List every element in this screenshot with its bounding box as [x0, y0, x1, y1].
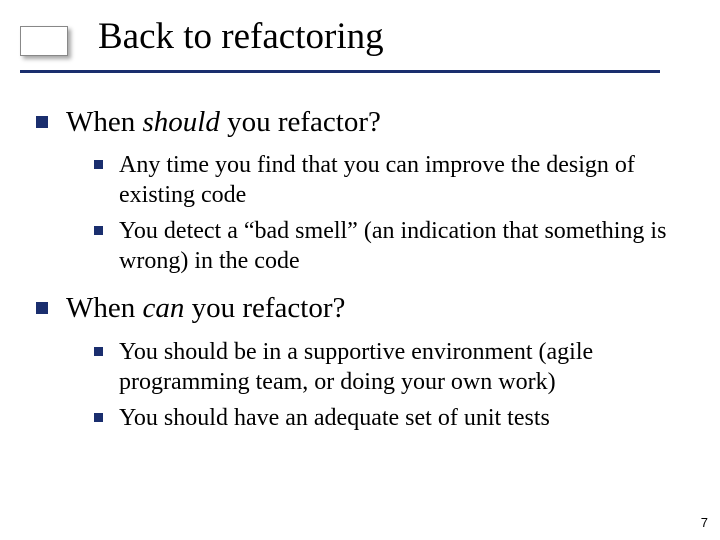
bullet-level2: You detect a “bad smell” (an indication …: [94, 216, 686, 276]
title-area: Back to refactoring: [20, 18, 660, 57]
text-pre: When: [66, 292, 143, 324]
bullet-text: You should be in a supportive environmen…: [119, 337, 679, 397]
text-post: you refactor?: [220, 106, 381, 138]
title-underline: [20, 70, 660, 73]
bullet-text: When should you refactor?: [66, 104, 381, 140]
square-bullet-icon: [36, 302, 48, 314]
square-bullet-icon: [94, 413, 103, 422]
slide: Back to refactoring When should you refa…: [0, 0, 720, 540]
page-number: 7: [701, 515, 708, 530]
sub-list: You should be in a supportive environmen…: [94, 337, 686, 433]
bullet-level1: When can you refactor?: [36, 290, 686, 326]
bullet-level1: When should you refactor?: [36, 104, 686, 140]
text-em: should: [143, 106, 220, 138]
title-bar: Back to refactoring: [20, 18, 660, 57]
text-em: can: [143, 292, 185, 324]
bullet-text: You detect a “bad smell” (an indication …: [119, 216, 679, 276]
square-bullet-icon: [36, 116, 48, 128]
square-bullet-icon: [94, 347, 103, 356]
square-bullet-icon: [94, 160, 103, 169]
square-bullet-icon: [94, 226, 103, 235]
bullet-text: When can you refactor?: [66, 290, 345, 326]
title-decor-box: [20, 26, 68, 56]
bullet-level2: You should be in a supportive environmen…: [94, 337, 686, 397]
text-pre: When: [66, 106, 143, 138]
text-post: you refactor?: [184, 292, 345, 324]
slide-title: Back to refactoring: [98, 18, 384, 57]
bullet-text: Any time you find that you can improve t…: [119, 150, 679, 210]
bullet-level2: You should have an adequate set of unit …: [94, 403, 686, 433]
slide-body: When should you refactor? Any time you f…: [36, 90, 686, 433]
sub-list: Any time you find that you can improve t…: [94, 150, 686, 276]
bullet-level2: Any time you find that you can improve t…: [94, 150, 686, 210]
bullet-text: You should have an adequate set of unit …: [119, 403, 550, 433]
